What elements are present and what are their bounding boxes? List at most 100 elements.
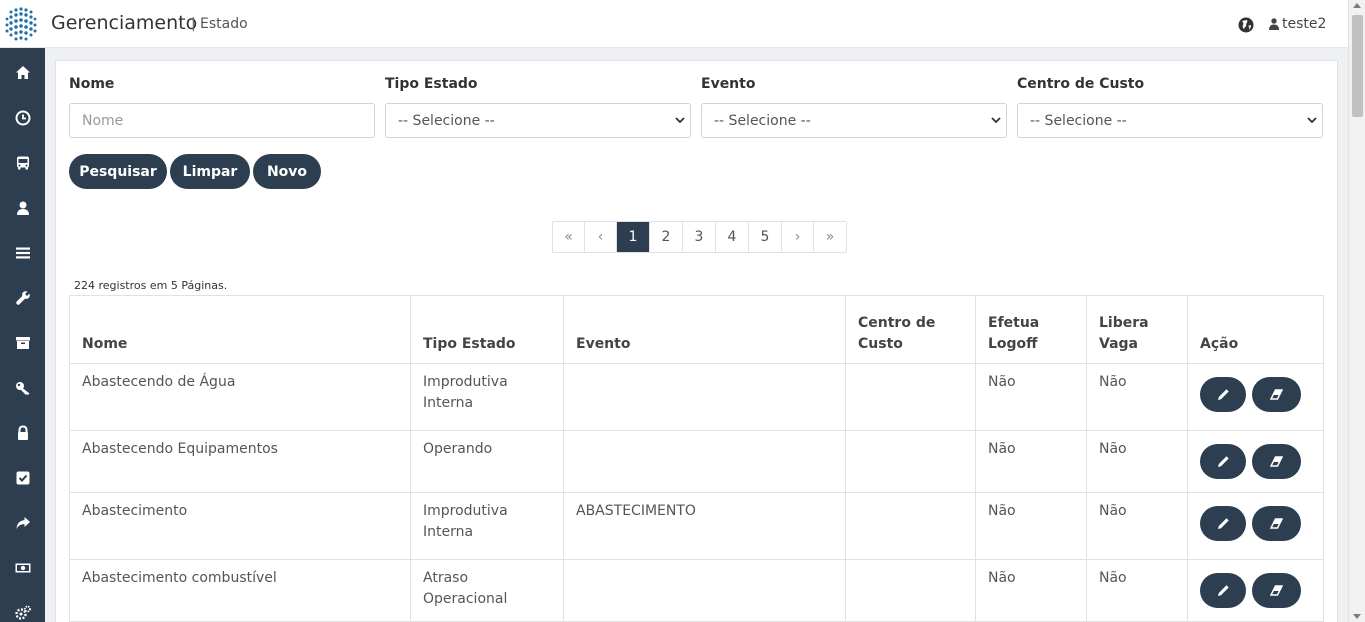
- home-icon: [15, 65, 30, 79]
- cell-libera-vaga: Não: [1086, 363, 1188, 431]
- sidebar-item-check[interactable]: [0, 455, 45, 500]
- evento-label: Evento: [701, 76, 756, 92]
- delete-button[interactable]: [1252, 506, 1302, 541]
- sidebar-item-clock[interactable]: [0, 95, 45, 140]
- cell-efetua-logoff: Não: [975, 363, 1087, 431]
- cell-acao: [1187, 430, 1324, 493]
- sidebar-item-user[interactable]: [0, 185, 45, 230]
- sidebar-item-list[interactable]: [0, 230, 45, 275]
- key-icon: [15, 381, 29, 395]
- cell-libera-vaga: Não: [1086, 430, 1188, 493]
- column-header-nome[interactable]: Nome: [69, 295, 411, 364]
- pencil-icon: [1217, 518, 1229, 529]
- nome-label: Nome: [69, 76, 115, 92]
- next-page-button[interactable]: ›: [782, 222, 814, 252]
- delete-button[interactable]: [1252, 377, 1302, 412]
- evento-select[interactable]: -- Selecione --: [701, 103, 1007, 138]
- cell-centro-custo: [845, 363, 976, 431]
- archive-icon: [15, 336, 30, 349]
- table-row: Abastecendo Equipamentos Operando Não Nã…: [69, 430, 1324, 493]
- cell-centro-custo: [845, 492, 976, 560]
- cell-nome: Abastecimento combustível: [69, 559, 411, 622]
- user-name[interactable]: teste2: [1282, 16, 1326, 32]
- delete-button[interactable]: [1252, 573, 1302, 608]
- cell-efetua-logoff: Não: [975, 559, 1087, 622]
- cell-libera-vaga: Não: [1086, 492, 1188, 560]
- estados-table: Nome Tipo Estado Evento Centro de Custo …: [69, 295, 1324, 622]
- pagination: « ‹ 1 2 3 4 5 › »: [552, 221, 847, 253]
- sidebar-item-lock[interactable]: [0, 410, 45, 455]
- eraser-icon: [1270, 518, 1284, 529]
- sidebar-item-share[interactable]: [0, 500, 45, 545]
- sidebar-item-money[interactable]: [0, 545, 45, 590]
- scroll-up-arrow-icon[interactable]: [1353, 3, 1361, 8]
- page-button[interactable]: 3: [683, 222, 716, 252]
- sidebar-item-key[interactable]: [0, 365, 45, 410]
- eraser-icon: [1270, 585, 1284, 596]
- sidebar-item-bus[interactable]: [0, 140, 45, 185]
- centro-custo-select[interactable]: -- Selecione --: [1017, 103, 1323, 138]
- cell-evento: ABASTECIMENTO: [563, 492, 846, 560]
- user-icon[interactable]: [1269, 18, 1279, 30]
- table-header-row: Nome Tipo Estado Evento Centro de Custo …: [69, 295, 1324, 364]
- edit-button[interactable]: [1200, 573, 1246, 608]
- table-row: Abastecimento Improdutiva Interna ABASTE…: [69, 492, 1324, 560]
- delete-button[interactable]: [1252, 444, 1302, 479]
- prev-page-button[interactable]: ‹: [585, 222, 617, 252]
- edit-button[interactable]: [1200, 506, 1246, 541]
- user-icon: [16, 201, 29, 215]
- column-header-centro-custo[interactable]: Centro de Custo: [845, 295, 976, 364]
- page-button[interactable]: 4: [716, 222, 749, 252]
- bus-icon: [16, 156, 29, 169]
- first-page-button[interactable]: «: [553, 222, 585, 252]
- cell-acao: [1187, 492, 1324, 560]
- pesquisar-button[interactable]: Pesquisar: [69, 154, 167, 189]
- sidebar-item-wrench[interactable]: [0, 275, 45, 320]
- edit-button[interactable]: [1200, 377, 1246, 412]
- page-scrollbar[interactable]: [1348, 0, 1365, 622]
- table-row: Abastecimento combustível Atraso Operaci…: [69, 559, 1324, 622]
- cogs-icon: [14, 605, 31, 620]
- page-button[interactable]: 1: [617, 222, 650, 252]
- eraser-icon: [1270, 456, 1284, 467]
- sidebar-item-home[interactable]: [0, 50, 45, 95]
- cell-evento: [563, 363, 846, 431]
- list-icon: [15, 247, 30, 258]
- sidebar-item-archive[interactable]: [0, 320, 45, 365]
- column-header-evento[interactable]: Evento: [563, 295, 846, 364]
- sidebar-item-settings[interactable]: [0, 590, 45, 622]
- page-title: Estado: [200, 16, 248, 32]
- last-page-button[interactable]: »: [814, 222, 846, 252]
- page-button[interactable]: 2: [650, 222, 683, 252]
- cell-efetua-logoff: Não: [975, 430, 1087, 493]
- tipo-estado-select[interactable]: -- Selecione --: [385, 103, 691, 138]
- page-button[interactable]: 5: [749, 222, 782, 252]
- share-icon: [16, 516, 30, 529]
- cell-acao: [1187, 559, 1324, 622]
- cell-efetua-logoff: Não: [975, 492, 1087, 560]
- column-header-tipo-estado[interactable]: Tipo Estado: [410, 295, 564, 364]
- scroll-down-arrow-icon[interactable]: [1353, 614, 1361, 619]
- globe-icon[interactable]: [1238, 17, 1254, 33]
- cell-tipo-estado: Operando: [410, 430, 564, 493]
- cell-centro-custo: [845, 430, 976, 493]
- scroll-thumb[interactable]: [1352, 15, 1363, 117]
- cell-tipo-estado: Atraso Operacional: [410, 559, 564, 622]
- lock-icon: [17, 424, 28, 440]
- sidebar: [0, 48, 45, 622]
- pencil-icon: [1217, 585, 1229, 596]
- cell-tipo-estado: Improdutiva Interna: [410, 363, 564, 431]
- title-separator: |: [191, 16, 196, 32]
- column-header-libera-vaga[interactable]: Libera Vaga: [1086, 295, 1188, 364]
- novo-button[interactable]: Novo: [253, 154, 321, 189]
- nome-input[interactable]: [69, 103, 375, 138]
- column-header-efetua-logoff[interactable]: Efetua Logoff: [975, 295, 1087, 364]
- cell-evento: [563, 430, 846, 493]
- edit-button[interactable]: [1200, 444, 1246, 479]
- cell-evento: [563, 559, 846, 622]
- eraser-icon: [1270, 389, 1284, 400]
- check-square-icon: [16, 471, 29, 484]
- limpar-button[interactable]: Limpar: [170, 154, 250, 189]
- top-bar: Gerenciamento | Estado teste2: [0, 0, 1348, 48]
- cell-nome: Abastecimento: [69, 492, 411, 560]
